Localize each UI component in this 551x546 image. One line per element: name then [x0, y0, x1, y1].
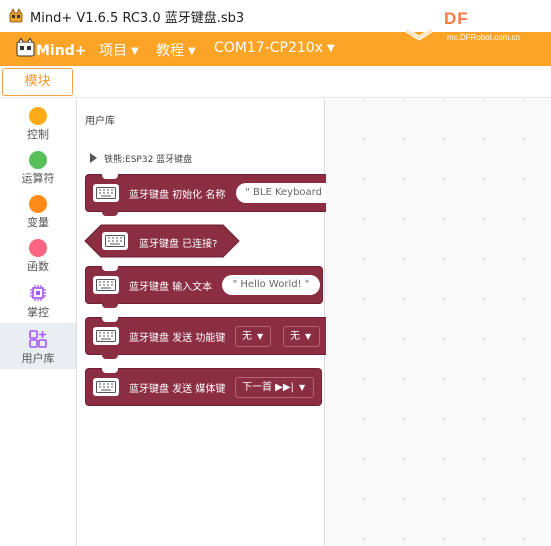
block-keyboard-send-media-key[interactable]: 蓝牙键盘 发送 媒体键 下一首 ▶▶| ▼ [85, 368, 322, 406]
category-control[interactable]: 控制 [0, 99, 76, 145]
operators-category-icon [29, 151, 47, 169]
category-label: 函数 [27, 260, 49, 273]
code-workspace[interactable] [326, 99, 551, 546]
variables-category-icon [29, 195, 47, 213]
dfrobot-url: mc.DFRobot.com.cn [447, 33, 520, 42]
chevron-down-icon: ▼ [326, 43, 335, 54]
block-tab [102, 211, 118, 216]
keyboard-icon [93, 184, 119, 202]
menu-project[interactable]: 项目 ▼ [99, 40, 139, 60]
dropdown-value: 无 [290, 331, 300, 342]
category-label: 用户库 [21, 352, 55, 365]
library-header[interactable]: 铁熊:ESP32 蓝牙键盘 [90, 152, 192, 165]
text-input[interactable]: " Hello World! " [222, 275, 320, 295]
category-label: 控制 [27, 128, 49, 141]
title-bar: Mind+ V1.6.5 RC3.0 蓝牙键盘.sb3 DF [0, 0, 551, 32]
keyboard-icon [93, 276, 119, 294]
block-notch [102, 317, 118, 322]
block-label: 蓝牙键盘 输入文本 [129, 282, 213, 293]
chevron-down-icon: ▼ [131, 46, 139, 57]
expand-triangle-icon [90, 153, 97, 163]
chevron-down-icon: ▼ [298, 383, 306, 392]
block-palette: 用户库 铁熊:ESP32 蓝牙键盘 蓝牙键盘 初始化 名称 " BLE Keyb… [78, 99, 393, 546]
block-keyboard-init[interactable]: 蓝牙键盘 初始化 名称 " BLE Keyboard " [85, 174, 342, 216]
keyboard-icon [93, 378, 119, 396]
category-handpy[interactable]: 掌控 [0, 277, 76, 323]
chevron-down-icon: ▼ [257, 332, 264, 341]
category-variables[interactable]: 变量 [0, 187, 76, 233]
block-tab [102, 354, 118, 359]
dropdown-value: 无 [242, 331, 252, 342]
control-category-icon [29, 107, 47, 125]
function-key-dropdown-1[interactable]: 无 ▼ [235, 326, 271, 347]
dfrobot-logo: DF [444, 9, 469, 28]
category-operators[interactable]: 运算符 [0, 143, 76, 189]
keyboard-icon [93, 327, 119, 345]
menu-project-label: 项目 [99, 43, 127, 59]
tab-modules[interactable]: 模块 [2, 68, 73, 96]
category-functions[interactable]: 函数 [0, 231, 76, 277]
app-icon [9, 8, 23, 23]
block-label: 蓝牙键盘 发送 功能键 [129, 333, 226, 344]
block-label: 蓝牙键盘 发送 媒体键 [129, 384, 226, 395]
tab-row: 模块 [0, 66, 551, 98]
dropdown-value: 下一首 ▶▶| [242, 382, 294, 393]
category-user-library[interactable]: 用户库 [0, 323, 76, 369]
chevron-down-icon: ▼ [188, 46, 196, 57]
user-library-icon [29, 330, 47, 348]
menu-serial-port-label: COM17-CP210x [214, 40, 323, 56]
category-label: 运算符 [21, 172, 55, 185]
window-title: Mind+ V1.6.5 RC3.0 蓝牙键盘.sb3 [30, 11, 245, 26]
mind-plus-logo-text: Mind+ [36, 43, 86, 59]
mind-plus-logo: Mind+ [16, 38, 86, 59]
functions-category-icon [29, 239, 47, 257]
category-label: 掌控 [27, 306, 49, 319]
menu-serial-port[interactable]: COM17-CP210x ▼ [214, 40, 335, 56]
category-label: 变量 [27, 216, 49, 229]
dfrobot-cube-icon [405, 27, 433, 41]
chevron-down-icon: ▼ [305, 332, 312, 341]
category-sidebar: 控制 运算符 变量 函数 掌控 用户库 [0, 99, 77, 546]
palette-heading: 用户库 [85, 116, 115, 127]
block-label: 蓝牙键盘 初始化 名称 [129, 190, 226, 201]
block-notch [102, 174, 118, 179]
function-key-dropdown-2[interactable]: 无 ▼ [283, 326, 320, 347]
block-notch [102, 368, 118, 373]
block-notch [102, 266, 118, 271]
menu-tutorial-label: 教程 [156, 43, 184, 59]
keyboard-name-input[interactable]: " BLE Keyboard " [236, 183, 339, 203]
block-label: 蓝牙键盘 已连接? [139, 239, 218, 250]
block-tab [102, 303, 118, 308]
block-keyboard-type-text[interactable]: 蓝牙键盘 输入文本 " Hello World! " [85, 266, 323, 308]
keyboard-icon [102, 232, 128, 250]
media-key-dropdown[interactable]: 下一首 ▶▶| ▼ [235, 377, 314, 398]
library-header-label: 铁熊:ESP32 蓝牙键盘 [104, 155, 193, 165]
menu-tutorial[interactable]: 教程 ▼ [156, 40, 196, 60]
chip-icon [30, 285, 46, 301]
